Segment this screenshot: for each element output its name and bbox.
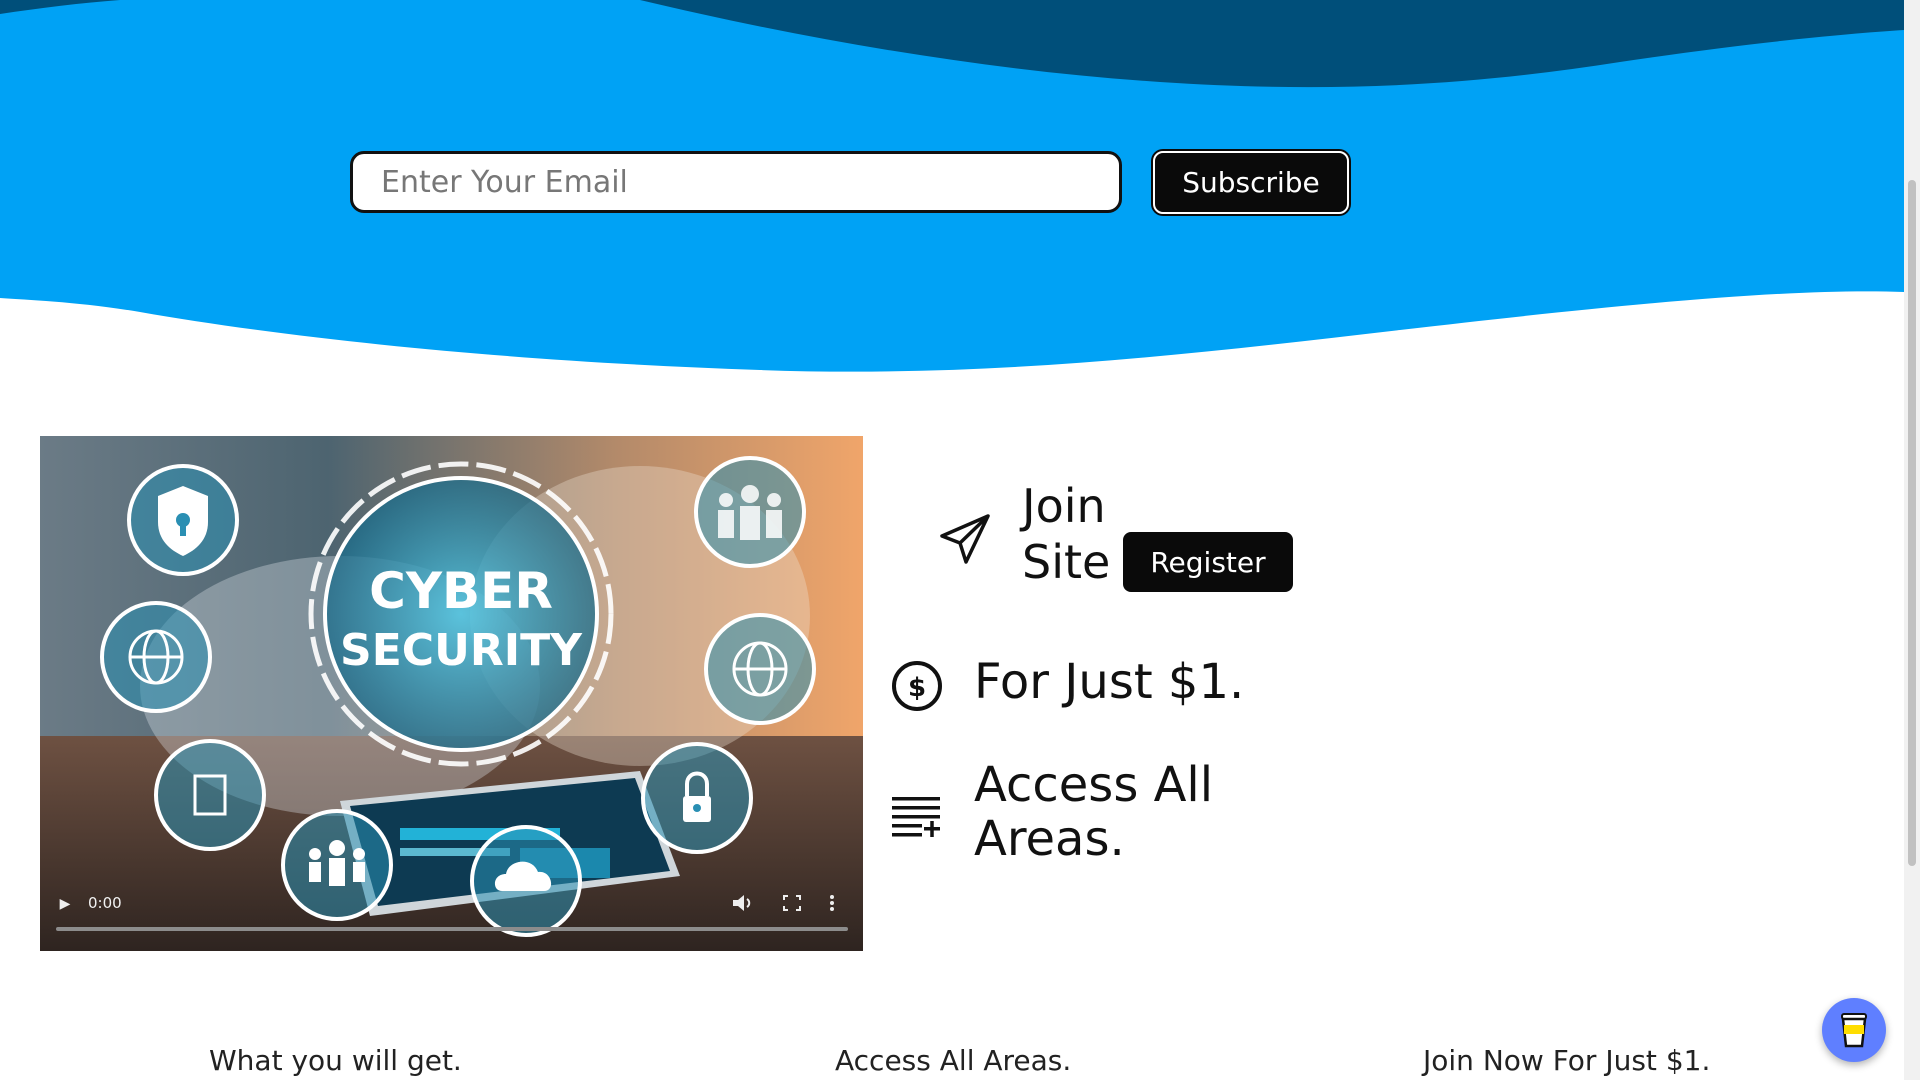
page: Subscribe <box>0 0 1904 1080</box>
subscribe-button[interactable]: Subscribe <box>1153 151 1349 214</box>
video-current-time: 0:00 <box>88 894 122 912</box>
playlist-add-icon <box>892 797 940 837</box>
newsletter-hero: Subscribe <box>0 0 1904 380</box>
dollar-circle-icon: $ <box>892 661 942 711</box>
poster-line1: CYBER <box>369 562 553 620</box>
join-line2: Site <box>1022 535 1111 589</box>
play-icon[interactable]: ▶ <box>54 892 76 914</box>
scrollbar-thumb[interactable] <box>1908 180 1916 866</box>
access-line2: Areas. <box>974 811 1125 867</box>
fullscreen-icon[interactable] <box>780 892 804 914</box>
access-line1: Access All <box>974 757 1214 813</box>
access-all-areas-label: Access All Areas. <box>974 758 1314 866</box>
page-scrollbar[interactable] <box>1904 0 1920 1080</box>
video-progress-bar[interactable] <box>56 927 848 931</box>
bottom-col-access: Access All Areas. <box>835 1044 1072 1077</box>
bottom-col-join-now: Join Now For Just $1. <box>1423 1044 1711 1077</box>
coffee-cup-icon <box>1841 1013 1867 1048</box>
email-input[interactable] <box>350 151 1122 213</box>
price-label: For Just $1. <box>974 654 1245 710</box>
poster-line2: SECURITY <box>340 625 583 676</box>
volume-icon[interactable] <box>730 892 756 914</box>
more-options-icon[interactable] <box>824 892 840 914</box>
register-button[interactable]: Register <box>1123 532 1293 592</box>
svg-text:$: $ <box>908 673 926 703</box>
join-site-label: Join Site <box>1022 478 1110 590</box>
buy-me-a-coffee-button[interactable] <box>1822 998 1886 1062</box>
paper-plane-icon <box>940 514 990 564</box>
video-player[interactable]: CYBER SECURITY ▶ 0:00 <box>40 436 863 951</box>
video-poster: CYBER SECURITY <box>40 436 863 951</box>
bottom-col-what-you-get: What you will get. <box>209 1044 462 1077</box>
join-line1: Join <box>1022 479 1106 533</box>
